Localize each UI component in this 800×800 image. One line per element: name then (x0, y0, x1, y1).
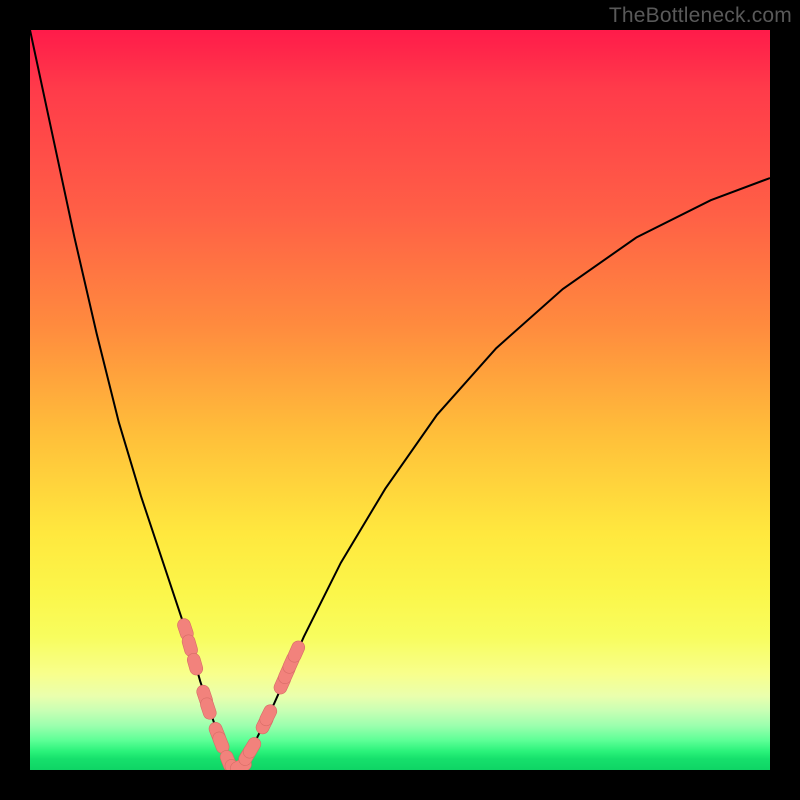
bottleneck-curve (30, 30, 770, 770)
highlighted-range-markers (176, 617, 307, 770)
chart-frame: TheBottleneck.com (0, 0, 800, 800)
watermark-text: TheBottleneck.com (609, 4, 792, 28)
range-marker (186, 652, 205, 677)
chart-overlay (30, 30, 770, 770)
plot-area (30, 30, 770, 770)
bottleneck-curve-path (30, 30, 770, 770)
